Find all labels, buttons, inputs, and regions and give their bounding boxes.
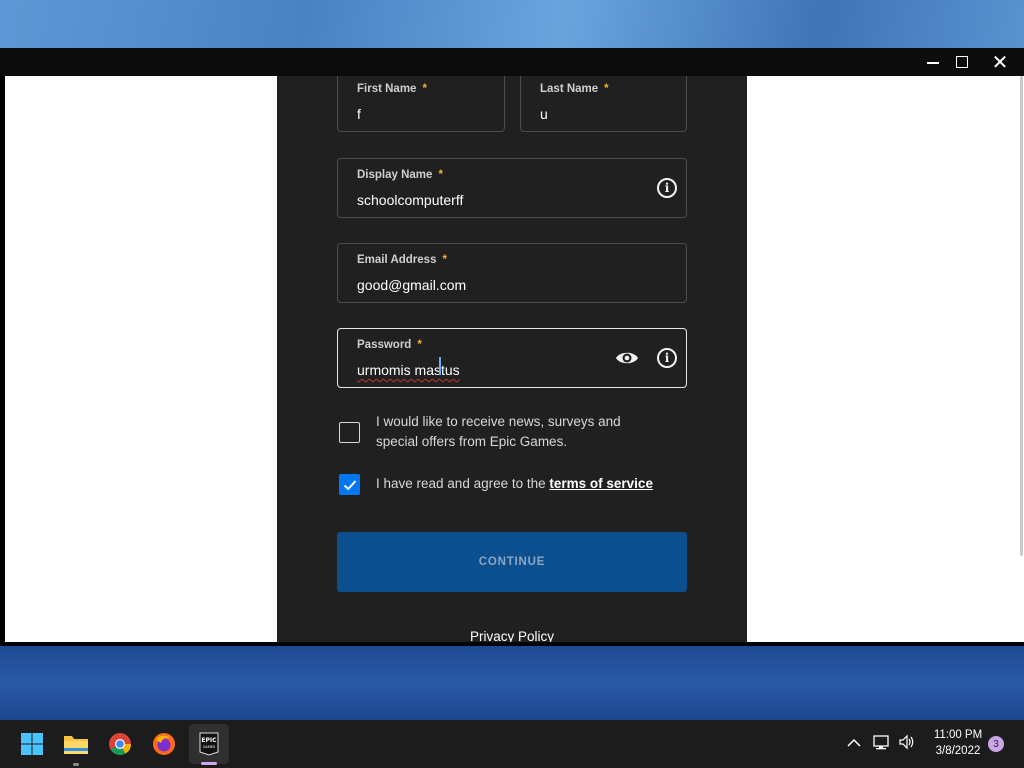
- display-name-value: schoolcomputerff: [357, 192, 464, 208]
- last-name-value: u: [540, 106, 548, 122]
- password-value: urmomis mastus: [357, 362, 460, 378]
- text-cursor: [439, 357, 441, 375]
- svg-text:GAMES: GAMES: [203, 745, 216, 749]
- first-name-value: f: [357, 106, 361, 122]
- show-password-icon[interactable]: [615, 348, 639, 368]
- maximize-button[interactable]: [944, 48, 980, 76]
- checkmark-icon: [343, 479, 356, 490]
- window-titlebar[interactable]: ✕: [0, 48, 1024, 76]
- signup-panel: First Name * f Last Name * u Display Name *…: [277, 76, 747, 642]
- clock-date[interactable]: 3/8/2022: [930, 745, 986, 757]
- tos-checkbox[interactable]: [339, 474, 360, 495]
- password-label: Password *: [357, 339, 422, 351]
- svg-text:EPIC: EPIC: [201, 737, 217, 744]
- first-name-label: First Name *: [357, 83, 427, 95]
- email-value: good@gmail.com: [357, 277, 467, 293]
- windows-start-icon: [21, 733, 43, 755]
- password-field[interactable]: Password * urmomis mastus i: [337, 328, 687, 388]
- close-button[interactable]: ✕: [982, 48, 1018, 76]
- start-button[interactable]: [16, 728, 48, 760]
- show-hidden-icons-chevron-up-icon[interactable]: [847, 734, 861, 752]
- taskbar: EPIC GAMES: [0, 720, 1024, 768]
- running-indicator: [73, 763, 79, 766]
- clock-time[interactable]: 11:00 PM: [930, 729, 986, 741]
- maximize-icon: [956, 56, 968, 68]
- chrome-icon: [109, 733, 131, 755]
- news-optin-label: I would like to receive news, surveys an…: [376, 414, 621, 449]
- news-optin-checkbox[interactable]: [339, 422, 360, 443]
- terms-of-service-link[interactable]: terms of service: [549, 476, 653, 491]
- display-name-label: Display Name *: [357, 169, 443, 181]
- epic-games-icon: EPIC GAMES: [199, 732, 219, 756]
- display-name-field[interactable]: Display Name * schoolcomputerff i: [337, 158, 687, 218]
- last-name-label: Last Name *: [540, 83, 609, 95]
- volume-icon[interactable]: [898, 734, 916, 754]
- desktop-wallpaper-lower: [0, 646, 1024, 720]
- email-label: Email Address *: [357, 254, 447, 266]
- file-explorer-button[interactable]: [60, 728, 92, 766]
- scrollbar-thumb[interactable]: [1020, 76, 1023, 556]
- continue-button[interactable]: CONTINUE: [337, 532, 687, 592]
- chrome-button[interactable]: [104, 728, 136, 760]
- epic-games-window: ✕ First Name * f Last Name * u Display Nam…: [0, 48, 1024, 646]
- notification-badge[interactable]: 3: [988, 736, 1004, 752]
- required-star: *: [417, 339, 422, 351]
- folder-icon: [64, 736, 88, 754]
- required-star: *: [604, 83, 609, 95]
- required-star: *: [442, 254, 447, 266]
- active-indicator: [201, 762, 217, 765]
- epic-games-launcher-button[interactable]: EPIC GAMES: [189, 724, 229, 765]
- last-name-field[interactable]: Last Name * u: [520, 76, 687, 132]
- first-name-field[interactable]: First Name * f: [337, 76, 505, 132]
- web-content: First Name * f Last Name * u Display Name *…: [5, 76, 1019, 642]
- network-icon[interactable]: [873, 734, 891, 754]
- privacy-policy-link[interactable]: Privacy Policy: [277, 629, 747, 642]
- firefox-button[interactable]: [148, 728, 180, 760]
- required-star: *: [438, 169, 443, 181]
- info-icon[interactable]: i: [657, 348, 677, 368]
- minimize-icon: [927, 62, 939, 64]
- page-scrollbar[interactable]: [1019, 76, 1024, 642]
- tos-label: I have read and agree to the terms of se…: [376, 476, 653, 491]
- firefox-icon: [153, 733, 175, 755]
- desktop-wallpaper: [0, 0, 1024, 48]
- email-field[interactable]: Email Address * good@gmail.com: [337, 243, 687, 303]
- info-icon[interactable]: i: [657, 178, 677, 198]
- required-star: *: [422, 83, 427, 95]
